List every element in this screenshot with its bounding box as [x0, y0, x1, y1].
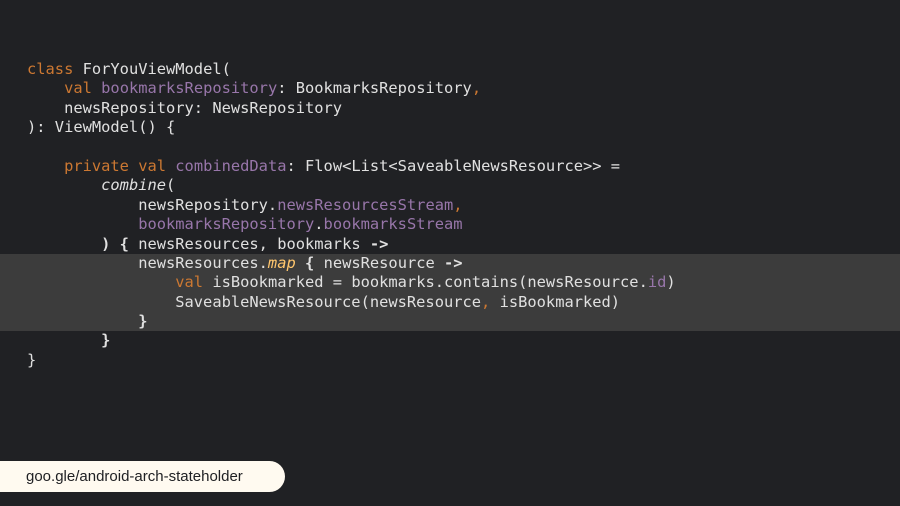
code-token: )	[666, 273, 676, 292]
code-token: ,	[453, 195, 463, 214]
code-line: newsRepository.newsResourcesStream,	[27, 196, 900, 215]
code-token: class	[27, 60, 83, 78]
code-token: ) {	[101, 234, 129, 253]
code-line: }	[27, 331, 900, 350]
code-token: SaveableNewsResource(newsResource	[27, 292, 482, 311]
code-token: ): ViewModel() {	[27, 118, 176, 137]
code-token: newsResources.	[27, 253, 268, 272]
code-token: (	[166, 176, 176, 195]
code-token: newsResource	[314, 253, 445, 272]
code-line: val bookmarksRepository: BookmarksReposi…	[27, 79, 900, 98]
code-token: val	[64, 79, 102, 98]
code-token: private val	[64, 156, 176, 175]
code-line: newsRepository: NewsRepository	[27, 99, 900, 118]
code-token: newsRepository: NewsRepository	[27, 98, 343, 117]
code-token: id	[647, 273, 667, 292]
code-token: combinedData	[175, 156, 287, 175]
code-token: .	[314, 215, 324, 234]
code-line: }	[27, 351, 900, 370]
code-line: newsResources.map { newsResource ->	[0, 253, 900, 274]
code-token: combine	[101, 176, 167, 195]
code-token: ,	[471, 79, 482, 98]
link-text[interactable]: goo.gle/android-arch-stateholder	[26, 468, 243, 485]
code-token: map	[267, 253, 296, 272]
code-token: : Flow<List<SaveableNewsResource>> =	[286, 156, 621, 175]
code-token: bookmarksRepository	[101, 79, 278, 98]
code-line: private val combinedData: Flow<List<Save…	[27, 157, 900, 176]
code-line: bookmarksRepository.bookmarksStream	[27, 215, 900, 234]
code-token: ->	[369, 234, 389, 253]
code-token: }	[27, 350, 37, 369]
code-token: : BookmarksRepository	[277, 79, 472, 98]
link-pill[interactable]: goo.gle/android-arch-stateholder	[0, 461, 285, 492]
code-line: }	[0, 312, 900, 332]
code-line: class ForYouViewModel(	[27, 60, 900, 79]
code-token: ,	[481, 292, 491, 311]
code-token: ForYouViewModel(	[82, 60, 231, 78]
code-line: val isBookmarked = bookmarks.contains(ne…	[0, 273, 900, 293]
code-token: newsResourcesStream	[277, 195, 454, 214]
code-token: ->	[444, 253, 463, 272]
code-block: class ForYouViewModel( val bookmarksRepo…	[0, 60, 900, 370]
code-line: combine(	[27, 176, 900, 195]
code-line: ): ViewModel() {	[27, 118, 900, 137]
code-token: val	[175, 273, 213, 292]
code-line: ) { newsResources, bookmarks ->	[27, 235, 900, 254]
code-token: {	[305, 253, 315, 272]
code-token: bookmarksStream	[323, 215, 463, 234]
code-line: SaveableNewsResource(newsResource, isBoo…	[0, 292, 900, 313]
code-token: newsRepository.	[27, 195, 278, 214]
code-token: bookmarksRepository	[138, 215, 315, 234]
code-token: }	[138, 312, 148, 331]
code-token: isBookmarked)	[490, 292, 621, 311]
code-token: isBookmarked = bookmarks.contains(newsRe…	[212, 273, 648, 292]
code-token: }	[101, 331, 111, 350]
code-token: newsResources, bookmarks	[128, 234, 370, 253]
